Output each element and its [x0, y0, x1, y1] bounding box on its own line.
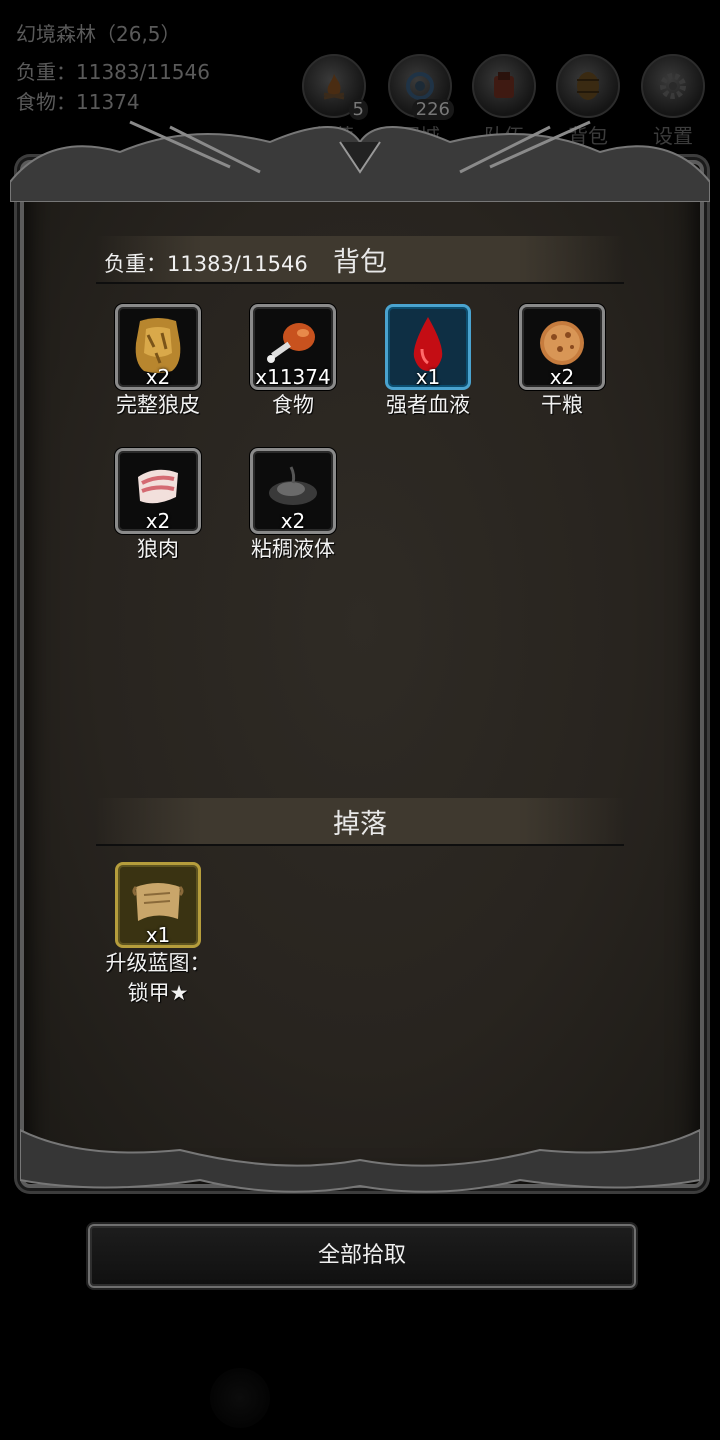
- drops-title: 掉落: [333, 809, 387, 840]
- item-slot: x1: [385, 304, 471, 390]
- item-name: 完整狼皮: [116, 393, 200, 417]
- drop-item-blueprint[interactable]: x1 升级蓝图： 锁甲★: [88, 862, 228, 1008]
- bag-item-blood[interactable]: x1 强者血液: [358, 304, 498, 420]
- item-count: x2: [549, 365, 575, 389]
- portal-icon: [406, 72, 434, 100]
- team-icon: [494, 72, 514, 98]
- item-name-line2: 锁甲★: [127, 981, 189, 1005]
- food-label: 食物：11374: [16, 90, 140, 114]
- bag-header: 负重：11383/11546 背包: [96, 236, 624, 284]
- item-count: x2: [145, 365, 171, 389]
- bag-item-food[interactable]: x11374 食物: [223, 304, 363, 420]
- item-name: 粘稠液体: [251, 537, 335, 561]
- campfire-icon: [323, 74, 345, 100]
- bottom-ornament: [20, 1128, 700, 1193]
- location-label: 幻境森林（26,5）: [16, 22, 181, 46]
- bag-item-sticky-liquid[interactable]: x2 粘稠液体: [223, 448, 363, 564]
- item-name: 食物: [272, 393, 314, 417]
- item-slot: x2: [519, 304, 605, 390]
- item-name-line1: 升级蓝图：: [105, 951, 211, 975]
- top-ornament: [10, 120, 710, 202]
- item-name: 强者血液: [386, 393, 470, 417]
- item-count: x11374: [255, 365, 331, 389]
- item-name: 狼肉: [137, 537, 179, 561]
- bag-item-wolf-pelt[interactable]: x2 完整狼皮: [88, 304, 228, 420]
- item-count: x1: [145, 923, 171, 947]
- item-count: x2: [280, 509, 306, 533]
- drops-header: 掉落: [96, 798, 624, 846]
- item-count: x2: [145, 509, 171, 533]
- item-slot: x2: [115, 448, 201, 534]
- bag-title: 背包: [333, 247, 387, 278]
- bag-item-dry-ration[interactable]: x2 干粮: [492, 304, 632, 420]
- item-slot: x2: [115, 304, 201, 390]
- item-slot: x11374: [250, 304, 336, 390]
- item-slot: x2: [250, 448, 336, 534]
- item-count: x1: [415, 365, 441, 389]
- load-label: 负重：11383/11546: [16, 60, 210, 84]
- item-name: 干粮: [541, 393, 583, 417]
- barrel-icon: [577, 72, 599, 100]
- item-slot: x1: [115, 862, 201, 948]
- pickup-all-button[interactable]: 全部拾取: [88, 1224, 636, 1288]
- faint-circle-icon: [210, 1368, 270, 1428]
- bag-item-wolf-meat[interactable]: x2 狼肉: [88, 448, 228, 564]
- gear-icon: [660, 73, 686, 99]
